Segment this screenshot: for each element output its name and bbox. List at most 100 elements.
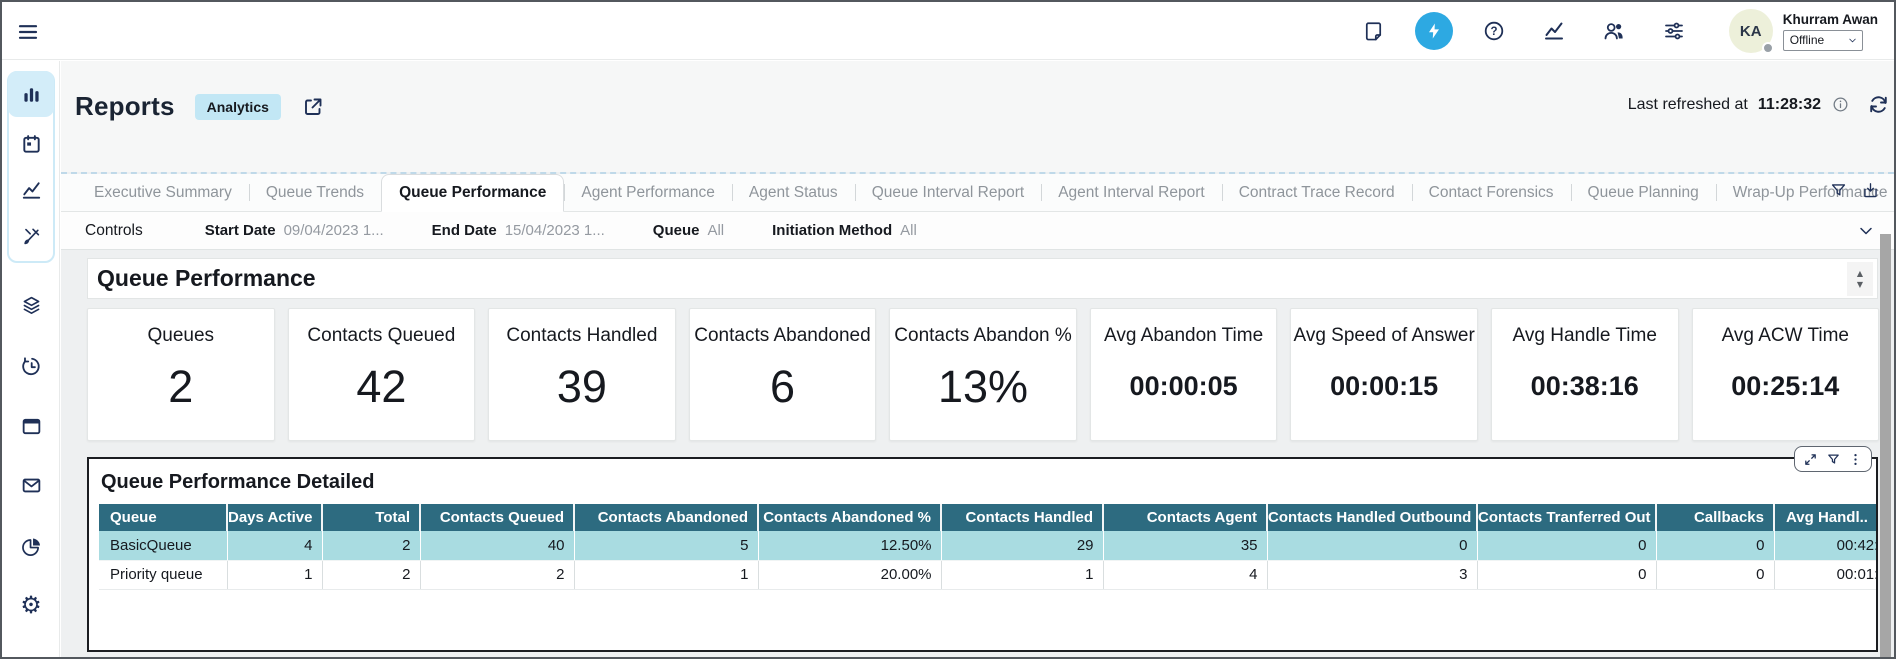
tab-queue-performance[interactable]: Queue Performance <box>381 174 564 212</box>
svg-text:?: ? <box>1490 26 1497 38</box>
value-cell: 40 <box>420 531 574 560</box>
col-header-total[interactable]: Total <box>322 504 420 531</box>
value-cell: 0 <box>1267 531 1477 560</box>
pie-chart-icon[interactable] <box>8 523 54 569</box>
value-cell: 1 <box>941 560 1103 589</box>
metric-card-contacts-abandon: Contacts Abandon %13% <box>889 308 1077 441</box>
controls-row: Controls Start Date09/04/2023 1...End Da… <box>61 212 1894 250</box>
expand-icon[interactable] <box>1803 452 1818 467</box>
metric-card-avg-acw-time: Avg ACW Time00:25:14 <box>1692 308 1880 441</box>
col-header-avg-handl[interactable]: Avg Handl.. <box>1774 504 1876 531</box>
filter-label: Start Date <box>205 222 276 239</box>
tab-contract-trace-record[interactable]: Contract Trace Record <box>1222 174 1412 211</box>
window-icon[interactable] <box>8 403 54 449</box>
col-header-contacts-handled-outbound[interactable]: Contacts Handled Outbound <box>1267 504 1477 531</box>
col-header-contacts-handled[interactable]: Contacts Handled <box>941 504 1103 531</box>
filter-end-date[interactable]: End Date15/04/2023 1... <box>432 222 605 239</box>
dashboard-panel: Executive SummaryQueue TrendsQueue Perfo… <box>61 172 1894 657</box>
tab-contact-forensics[interactable]: Contact Forensics <box>1412 174 1571 211</box>
filter-initiation-method[interactable]: Initiation Method All <box>772 222 917 239</box>
help-icon[interactable]: ? <box>1481 18 1507 44</box>
metric-value: 2 <box>168 347 193 440</box>
filter-label: Initiation Method <box>772 222 892 239</box>
value-cell: 29 <box>941 531 1103 560</box>
filter-queue[interactable]: QueueAll <box>653 222 724 239</box>
value-cell: 4 <box>227 531 322 560</box>
collapse-chevron-icon[interactable] <box>1856 221 1876 241</box>
tab-queue-planning[interactable]: Queue Planning <box>1571 174 1716 211</box>
mail-icon[interactable] <box>8 462 54 508</box>
bar-chart-icon[interactable] <box>8 71 54 117</box>
download-icon[interactable] <box>1861 181 1880 200</box>
section-header: Queue Performance ▲▼ <box>87 258 1878 299</box>
external-link-icon[interactable] <box>301 95 325 119</box>
col-header-contacts-queued[interactable]: Contacts Queued <box>420 504 574 531</box>
col-header-days-active[interactable]: Days Active <box>227 504 322 531</box>
col-header-queue[interactable]: Queue <box>99 504 227 531</box>
kebab-menu-icon[interactable] <box>1848 452 1863 467</box>
users-icon[interactable] <box>1601 18 1627 44</box>
filter-start-date[interactable]: Start Date09/04/2023 1... <box>205 222 384 239</box>
value-cell: 3 <box>1267 560 1477 589</box>
tab-queue-interval-report[interactable]: Queue Interval Report <box>855 174 1042 211</box>
status-select[interactable]: Offline <box>1783 30 1863 51</box>
metric-label: Avg ACW Time <box>1722 325 1849 347</box>
settings-icon[interactable]: ⚙ <box>8 582 54 628</box>
layers-icon[interactable] <box>8 282 54 328</box>
vertical-scrollbar[interactable] <box>1880 234 1891 657</box>
col-header-contacts-agent[interactable]: Contacts Agent <box>1103 504 1267 531</box>
tab-queue-trends[interactable]: Queue Trends <box>249 174 381 211</box>
col-header-contacts-abandoned[interactable]: Contacts Abandoned <box>574 504 758 531</box>
controls-filters: Start Date09/04/2023 1... End Date15/04/2… <box>205 222 917 239</box>
metric-label: Avg Handle Time <box>1513 325 1657 347</box>
user-name: Khurram Awan <box>1783 12 1878 27</box>
col-header-contacts-tranferred-out[interactable]: Contacts Tranferred Out <box>1477 504 1656 531</box>
filter-value: All <box>707 222 724 239</box>
info-icon[interactable] <box>1831 95 1850 114</box>
history-icon[interactable] <box>8 343 54 389</box>
avatar[interactable]: KA <box>1729 9 1773 53</box>
detail-widget: Queue Performance Detailed QueueDays Act… <box>87 457 1878 652</box>
tab-agent-performance[interactable]: Agent Performance <box>564 174 732 211</box>
table-row-priority-queue[interactable]: Priority queue122120.00%1430000:01:19 <box>99 560 1876 589</box>
line-chart-icon[interactable] <box>8 167 54 213</box>
tab-agent-interval-report[interactable]: Agent Interval Report <box>1041 174 1221 211</box>
scroll-stepper[interactable]: ▲▼ <box>1847 262 1873 296</box>
value-cell: 1 <box>227 560 322 589</box>
app-window: ? <box>0 0 1896 659</box>
refresh-icon[interactable] <box>1867 93 1890 116</box>
queue-name-cell: Priority queue <box>99 560 227 589</box>
filter-label: End Date <box>432 222 497 239</box>
col-header-contacts-abandoned[interactable]: Contacts Abandoned % <box>758 504 941 531</box>
value-cell: 2 <box>420 560 574 589</box>
flash-icon[interactable] <box>1415 12 1453 50</box>
col-header-callbacks[interactable]: Callbacks <box>1656 504 1774 531</box>
design-icon[interactable] <box>8 213 54 259</box>
notes-icon[interactable] <box>1361 18 1387 44</box>
value-cell: 0 <box>1477 531 1656 560</box>
value-cell: 35 <box>1103 531 1267 560</box>
metric-label: Avg Abandon Time <box>1104 325 1263 347</box>
preferences-icon[interactable] <box>1661 18 1687 44</box>
sidebar: ⚙ <box>2 61 60 657</box>
menu-icon[interactable] <box>15 19 41 45</box>
table-row-basicqueue[interactable]: BasicQueue4240512.50%293500000:42:22 <box>99 531 1876 560</box>
metric-value: 00:38:16 <box>1531 347 1639 440</box>
metric-label: Avg Speed of Answer <box>1293 325 1474 347</box>
filter-icon[interactable] <box>1826 452 1841 467</box>
tab-agent-status[interactable]: Agent Status <box>732 174 855 211</box>
calendar-icon[interactable] <box>8 121 54 167</box>
metric-card-contacts-handled: Contacts Handled39 <box>488 308 676 441</box>
top-bar: ? <box>2 2 1894 60</box>
filter-value: All <box>900 222 917 239</box>
metric-value: 39 <box>557 347 607 440</box>
metric-card-avg-handle-time: Avg Handle Time00:38:16 <box>1491 308 1679 441</box>
top-bar-actions: ? <box>1361 2 1878 60</box>
metrics-icon[interactable] <box>1541 18 1567 44</box>
value-cell: 2 <box>322 560 420 589</box>
filter-icon[interactable] <box>1829 181 1848 200</box>
tab-executive-summary[interactable]: Executive Summary <box>77 174 249 211</box>
metric-value: 42 <box>356 347 406 440</box>
value-cell: 00:42:22 <box>1774 531 1876 560</box>
queue-name-cell: BasicQueue <box>99 531 227 560</box>
